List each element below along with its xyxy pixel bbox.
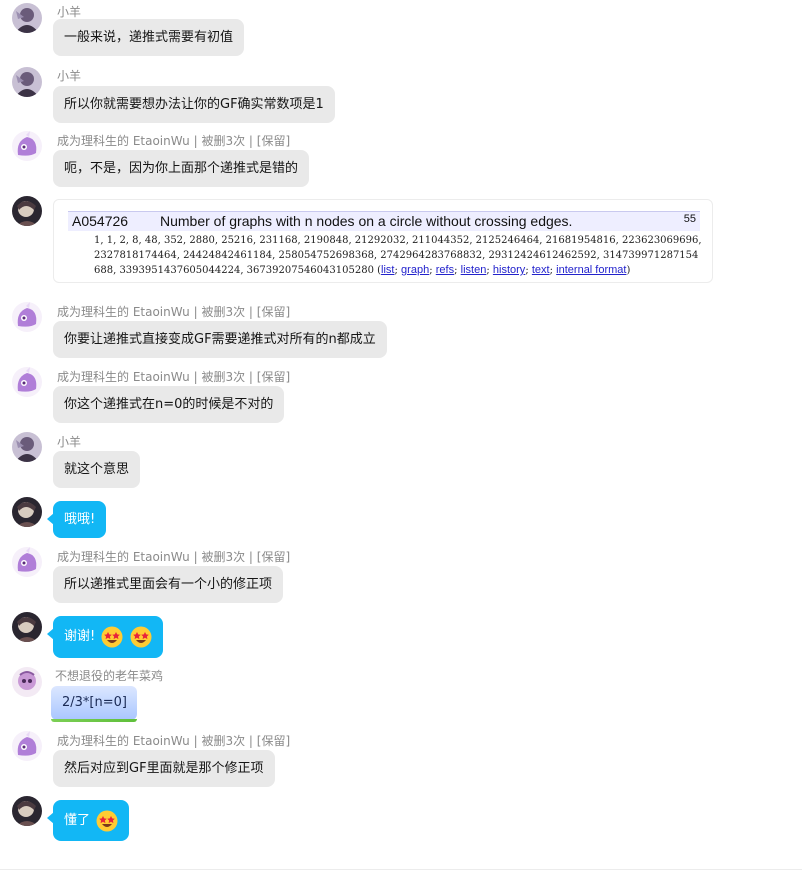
oeis-link-graph[interactable]: graph	[401, 264, 429, 276]
message-bubble[interactable]: 呃，不是，因为你上面那个递推式是错的	[53, 150, 310, 187]
message-bubble[interactable]: 2/3*[n=0]	[51, 686, 137, 722]
sender-name: 小羊	[57, 435, 82, 449]
message-bubble[interactable]: 谢谢!	[47, 616, 163, 658]
message-text: 懂了	[64, 813, 91, 828]
sender-name: 小羊	[57, 5, 82, 19]
divider	[0, 869, 802, 870]
message-bubble[interactable]: 哦哦!	[46, 501, 107, 538]
message-bubble[interactable]: 所以你就需要想办法让你的GF确实常数项是1	[53, 86, 335, 123]
star-struck-emoji	[101, 626, 123, 647]
sender-name: 成为理科生的 EtaoinWu | 被删3次 | [保留]	[57, 134, 291, 148]
avatar-self[interactable]	[12, 796, 42, 826]
avatar-xiaoyang[interactable]	[12, 3, 42, 33]
star-struck-emoji	[130, 626, 151, 647]
avatar-etaoinwu[interactable]	[12, 547, 42, 577]
oeis-sequence: 1, 1, 2, 8, 48, 352, 2880, 25216, 231168…	[94, 235, 702, 276]
message-bubble[interactable]: 懂了	[46, 800, 130, 841]
avatar-self[interactable]	[12, 196, 42, 226]
message-bubble[interactable]: 所以递推式里面会有一个小的修正项	[53, 566, 284, 603]
avatar-self[interactable]	[12, 612, 42, 642]
oeis-link-internal-format[interactable]: internal format	[556, 264, 626, 276]
oeis-link-listen[interactable]: listen	[461, 264, 487, 276]
avatar-etaoinwu[interactable]	[12, 367, 42, 397]
star-struck-emoji	[96, 810, 118, 831]
oeis-title: Number of graphs with n nodes on a circl…	[160, 213, 573, 229]
avatar-self[interactable]	[12, 497, 42, 527]
avatar-etaoinwu[interactable]	[12, 302, 42, 332]
oeis-header: A054726 Number of graphs with n nodes on…	[68, 211, 700, 231]
oeis-link-text[interactable]: text	[532, 264, 550, 276]
avatar-etaoinwu[interactable]	[12, 731, 42, 761]
avatar-etaoinwu[interactable]	[12, 131, 42, 161]
sender-name: 小羊	[57, 69, 82, 83]
avatar-xiaoyang[interactable]	[12, 67, 42, 97]
sender-name: 成为理科生的 EtaoinWu | 被删3次 | [保留]	[57, 734, 291, 748]
oeis-link-refs[interactable]: refs	[436, 264, 454, 276]
sender-name: 不想退役的老年菜鸡	[55, 669, 164, 683]
message-bubble[interactable]: 你这个递推式在n=0的时候是不对的	[53, 386, 285, 423]
sender-name: 成为理科生的 EtaoinWu | 被删3次 | [保留]	[57, 305, 291, 319]
message-bubble[interactable]: 你要让递推式直接变成GF需要递推式对所有的n都成立	[53, 321, 387, 358]
message-bubble[interactable]: 然后对应到GF里面就是那个修正项	[53, 750, 275, 787]
oeis-link-history[interactable]: history	[493, 264, 525, 276]
avatar-xiaoyang[interactable]	[12, 432, 42, 462]
oeis-count: 55	[683, 213, 696, 225]
oeis-screenshot-card[interactable]: A054726 Number of graphs with n nodes on…	[53, 199, 713, 283]
sender-name: 成为理科生的 EtaoinWu | 被删3次 | [保留]	[57, 550, 291, 564]
message-text: 谢谢!	[64, 629, 96, 644]
oeis-id[interactable]: A054726	[72, 213, 128, 229]
sender-name: 成为理科生的 EtaoinWu | 被删3次 | [保留]	[57, 370, 291, 384]
chat-window: 小羊 一般来说，递推式需要有初值 小羊 所以你就需要想办法让你的GF确实常数项是…	[0, 0, 802, 872]
message-bubble[interactable]: 一般来说，递推式需要有初值	[53, 19, 245, 56]
avatar-oldbird[interactable]	[12, 667, 42, 697]
message-bubble[interactable]: 就这个意思	[53, 451, 141, 488]
oeis-link-list[interactable]: list	[381, 264, 394, 276]
